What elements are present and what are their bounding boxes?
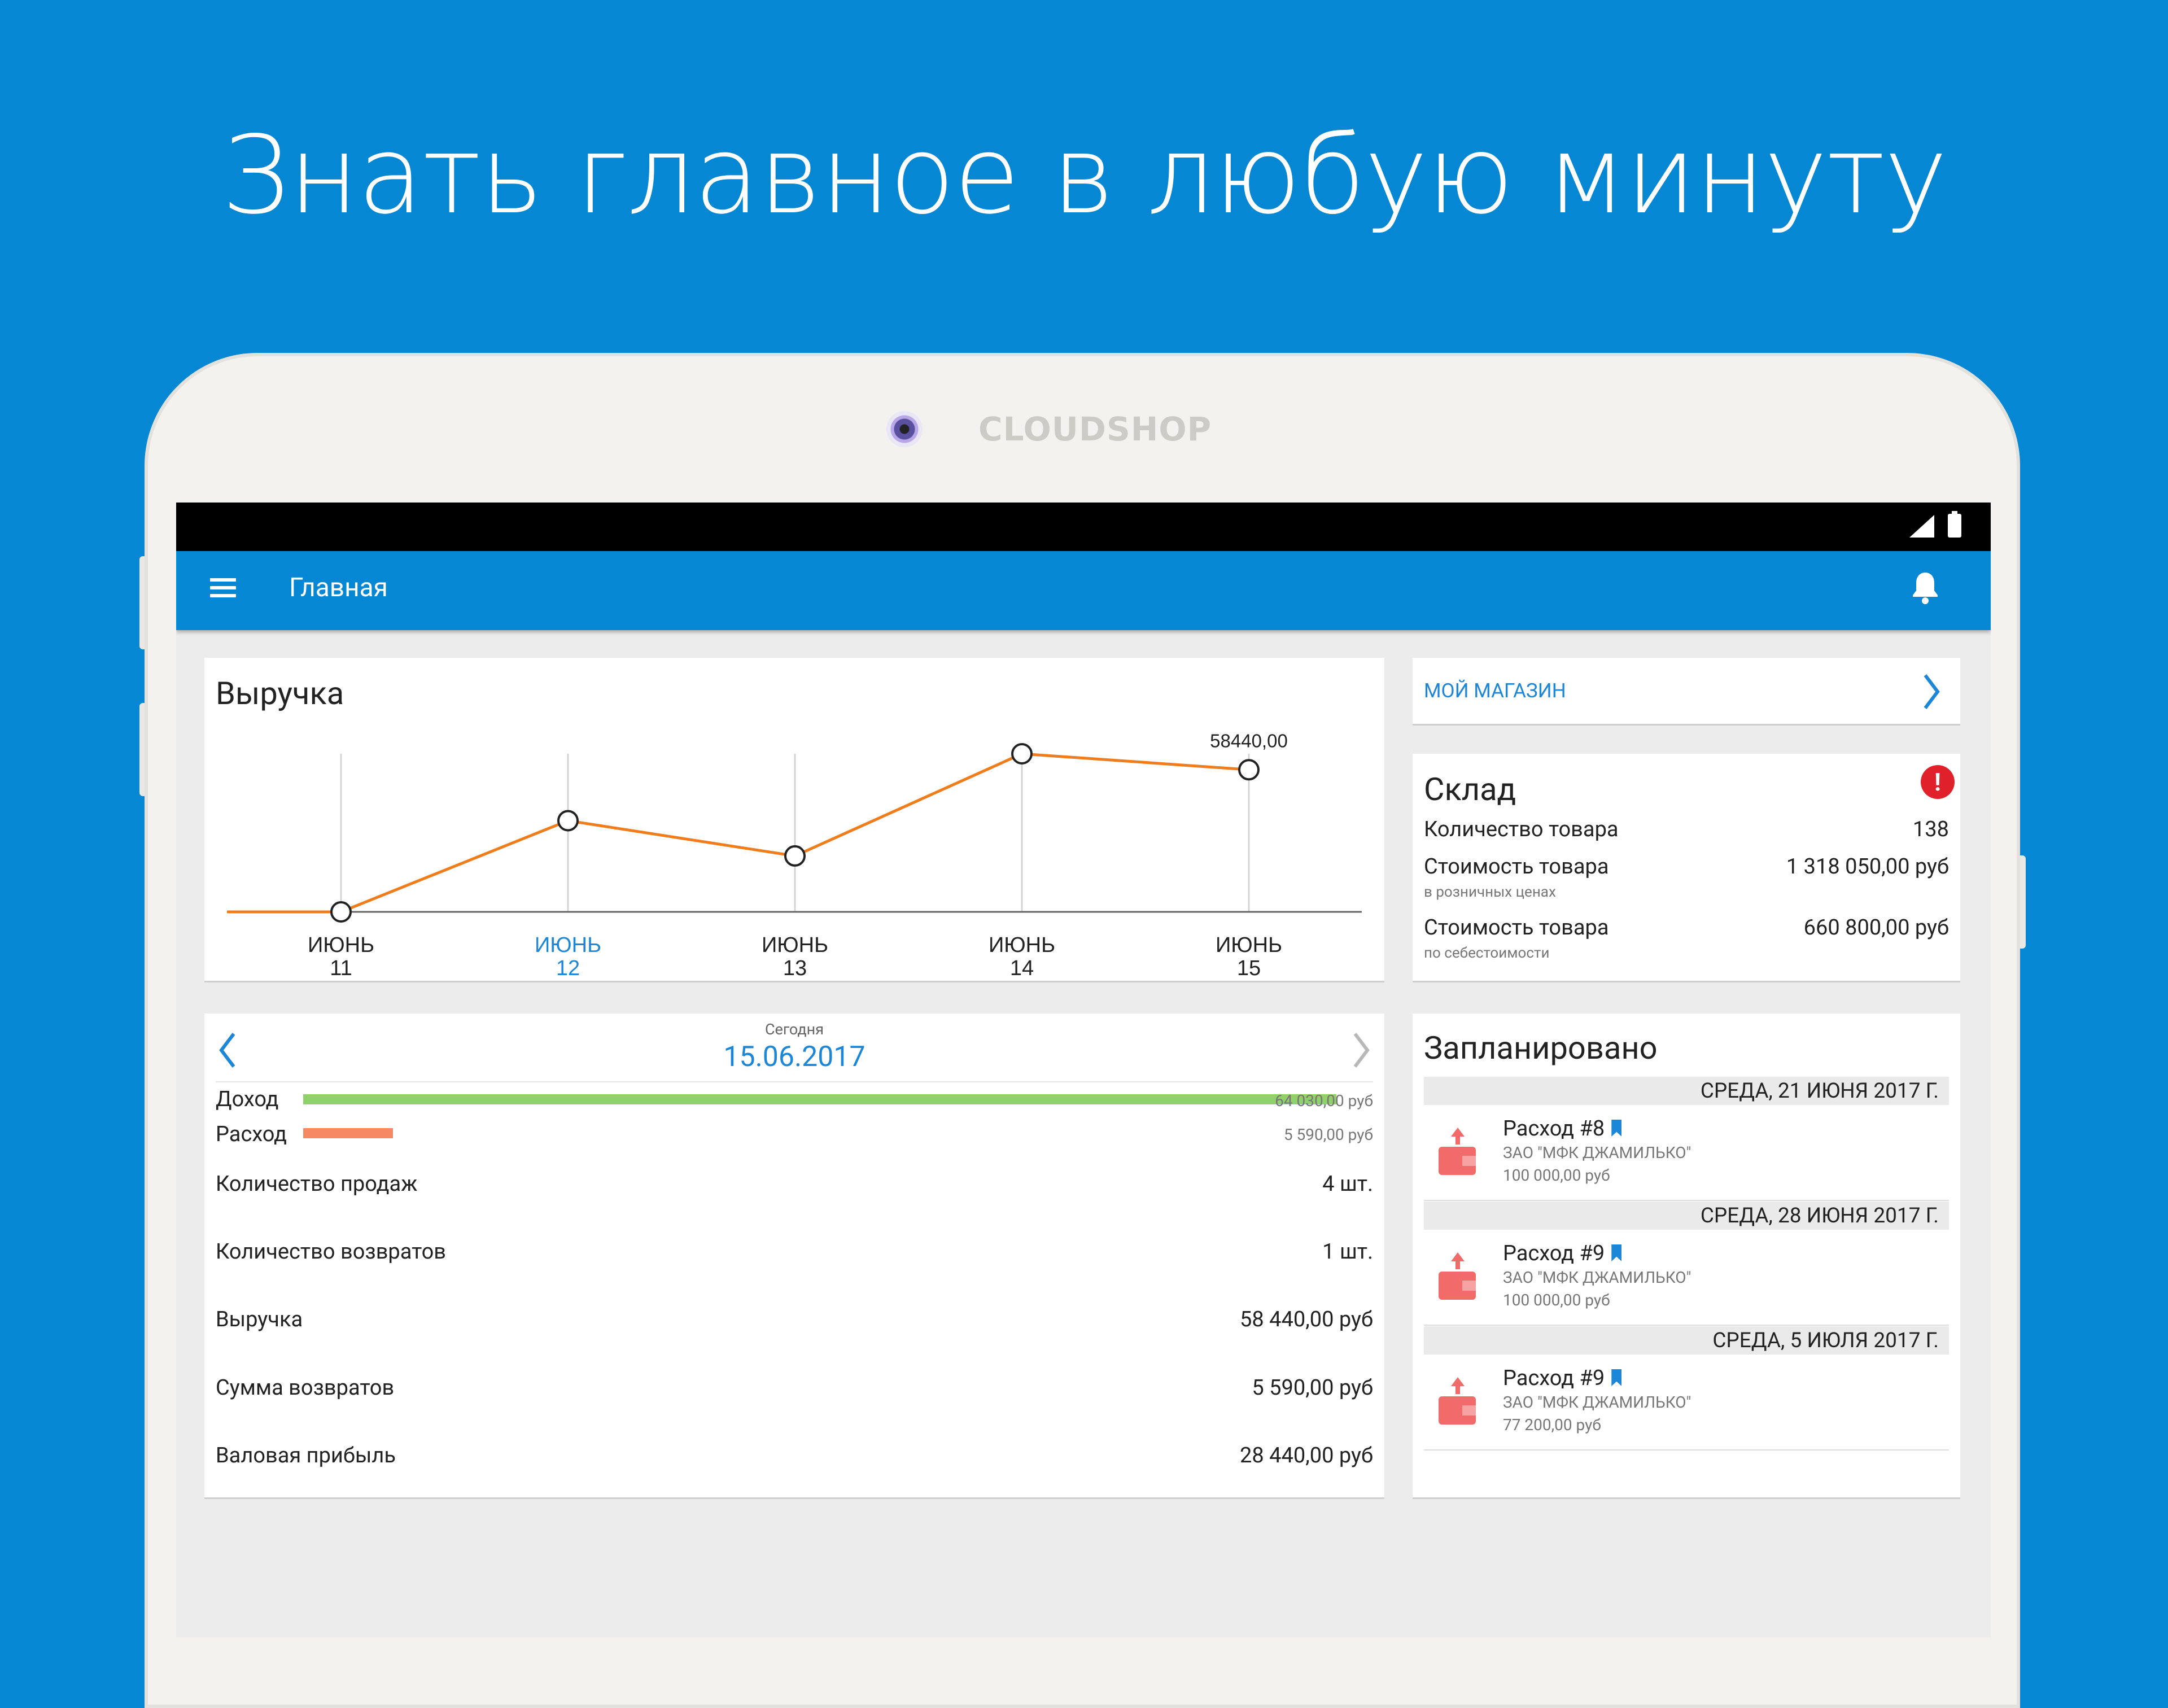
menu-icon[interactable] [210, 575, 238, 603]
chart-tick-day[interactable]: 14 [1010, 956, 1034, 980]
planned-amount: 100 000,00 руб [1503, 1291, 1610, 1309]
today-label: Сегодня [764, 1020, 824, 1038]
income-label: Доход [216, 1087, 279, 1112]
bookmark-icon [1611, 1120, 1622, 1137]
stock-card[interactable]: Склад ! Количество товара 138 Стоимость … [1413, 754, 1960, 982]
status-bar [176, 503, 1991, 551]
chart-series-line [227, 752, 1249, 914]
chart-tick-day[interactable]: 13 [783, 956, 807, 980]
stat-label: Валовая прибыль [216, 1443, 396, 1468]
date-header: СРЕДА, 21 ИЮНЯ 2017 Г. [1424, 1077, 1949, 1105]
revenue-card: Выручка 58440,00 ИЮНЬ 11 ИЮНЬ 12 ИЮНЬ 13 ИЮНЬ 14… [204, 658, 1384, 982]
day-summary-card: Сегодня 15.06.2017 Доход 64 030,00 руб Р… [204, 1014, 1384, 1499]
planned-org: ЗАО "МФК ДЖАМИЛЬКО" [1503, 1393, 1691, 1412]
expense-bar [303, 1128, 394, 1138]
stat-value: 4 шт. [1322, 1172, 1373, 1196]
page-title: Главная [289, 573, 388, 603]
cost-value: 660 800,00 руб [1803, 915, 1949, 940]
stat-value: 28 440,00 руб [1240, 1443, 1373, 1468]
chart-point[interactable] [784, 845, 806, 867]
screen: Главная Выручка 58440,00 ИЮНЬ 11 ИЮНЬ 12 ИЮНЬ… [176, 503, 1991, 1637]
chart-tick-month[interactable]: ИЮНЬ [535, 933, 601, 957]
chart-point[interactable] [557, 810, 579, 832]
retail-value: 1 318 050,00 руб [1786, 854, 1949, 879]
qty-value: 138 [1912, 817, 1949, 842]
planned-org: ЗАО "МФК ДЖАМИЛЬКО" [1503, 1268, 1691, 1287]
chart-tick-day[interactable]: 11 [330, 956, 352, 980]
stat-row: Выручка 58 440,00 руб [216, 1307, 1373, 1332]
stat-row: Количество возвратов 1 шт. [216, 1239, 1373, 1264]
stat-value: 5 590,00 руб [1252, 1375, 1373, 1400]
date-display[interactable]: 15.06.2017 [204, 1041, 1384, 1073]
wallet-icon [1439, 1128, 1476, 1175]
stat-row: Валовая прибыль 28 440,00 руб [216, 1443, 1373, 1468]
signal-icon [1909, 515, 1934, 538]
chart-tick-month[interactable]: ИЮНЬ [308, 933, 374, 957]
chart-tick-month[interactable]: ИЮНЬ [989, 933, 1055, 957]
planned-name-text: Расход #9 [1503, 1241, 1605, 1266]
stat-value: 58 440,00 руб [1240, 1307, 1373, 1332]
bookmark-icon [1611, 1244, 1622, 1261]
camera-icon [886, 411, 923, 447]
planned-name: Расход #8 [1503, 1116, 1622, 1141]
stat-label: Выручка [216, 1307, 303, 1332]
brand-logo: CLOUDSHOP [978, 410, 1212, 448]
bookmark-icon [1611, 1369, 1622, 1386]
planned-item[interactable]: Расход #9 ЗАО "МФК ДЖАМИЛЬКО" 77 200,00 … [1424, 1355, 1949, 1451]
headline: Знать главное в любую минуту [221, 113, 1947, 238]
retail-label: Стоимость товара [1424, 854, 1609, 879]
income-value: 64 030,00 руб [1275, 1091, 1373, 1110]
my-shop-label: МОЙ МАГАЗИН [1424, 679, 1566, 702]
planned-item[interactable]: Расход #8 ЗАО "МФК ДЖАМИЛЬКО" 100 000,00… [1424, 1105, 1949, 1201]
qty-label: Количество товара [1424, 817, 1619, 842]
chevron-right-icon [1924, 674, 1940, 709]
planned-item[interactable]: Расход #9 ЗАО "МФК ДЖАМИЛЬКО" 100 000,00… [1424, 1230, 1949, 1326]
stat-row: Сумма возвратов 5 590,00 руб [216, 1375, 1373, 1400]
planned-amount: 77 200,00 руб [1503, 1416, 1601, 1434]
planned-name: Расход #9 [1503, 1366, 1622, 1391]
app-bar: Главная [176, 551, 1991, 630]
planned-name-text: Расход #9 [1503, 1366, 1605, 1391]
planned-name-text: Расход #8 [1503, 1116, 1605, 1141]
cost-sub: по себестоимости [1424, 945, 1550, 962]
planned-amount: 100 000,00 руб [1503, 1166, 1610, 1185]
wallet-icon [1439, 1377, 1476, 1425]
stat-row: Количество продаж 4 шт. [216, 1172, 1373, 1196]
planned-name: Расход #9 [1503, 1241, 1622, 1266]
planned-title: Запланировано [1424, 1029, 1658, 1067]
revenue-chart: 58440,00ИЮНЬ11ИЮНЬ12ИЮНЬ13ИЮНЬ14ИЮНЬ15 [227, 730, 1362, 980]
stock-title: Склад [1424, 771, 1516, 808]
bell-icon[interactable] [1909, 568, 1941, 608]
chart-point[interactable] [330, 901, 352, 923]
stat-value: 1 шт. [1322, 1239, 1373, 1264]
battery-icon [1948, 511, 1961, 538]
chart-point-label: 58440,00 [1210, 730, 1288, 751]
date-header: СРЕДА, 5 ИЮЛЯ 2017 Г. [1424, 1326, 1949, 1355]
chart-tick-day[interactable]: 15 [1237, 956, 1261, 980]
divider [216, 1081, 1373, 1082]
income-bar [303, 1094, 1336, 1104]
date-header: СРЕДА, 28 ИЮНЯ 2017 Г. [1424, 1202, 1949, 1230]
chart-tick-day[interactable]: 12 [556, 956, 580, 980]
stat-label: Сумма возвратов [216, 1375, 395, 1400]
chart-tick-month[interactable]: ИЮНЬ [762, 933, 828, 957]
stat-label: Количество продаж [216, 1172, 418, 1196]
alert-icon: ! [1921, 765, 1955, 799]
expense-label: Расход [216, 1122, 287, 1147]
retail-sub: в розничных ценах [1424, 884, 1556, 901]
wallet-icon [1439, 1252, 1476, 1300]
stat-label: Количество возвратов [216, 1239, 447, 1264]
planned-org: ЗАО "МФК ДЖАМИЛЬКО" [1503, 1143, 1691, 1162]
cost-label: Стоимость товара [1424, 915, 1609, 940]
expense-value: 5 590,00 руб [1283, 1125, 1373, 1144]
chart-tick-month[interactable]: ИЮНЬ [1216, 933, 1282, 957]
my-shop-link[interactable]: МОЙ МАГАЗИН [1413, 658, 1960, 726]
planned-card: Запланировано СРЕДА, 21 ИЮНЯ 2017 Г. Рас… [1413, 1014, 1960, 1499]
chart-point[interactable] [1238, 759, 1260, 781]
chart-point[interactable] [1011, 743, 1033, 765]
